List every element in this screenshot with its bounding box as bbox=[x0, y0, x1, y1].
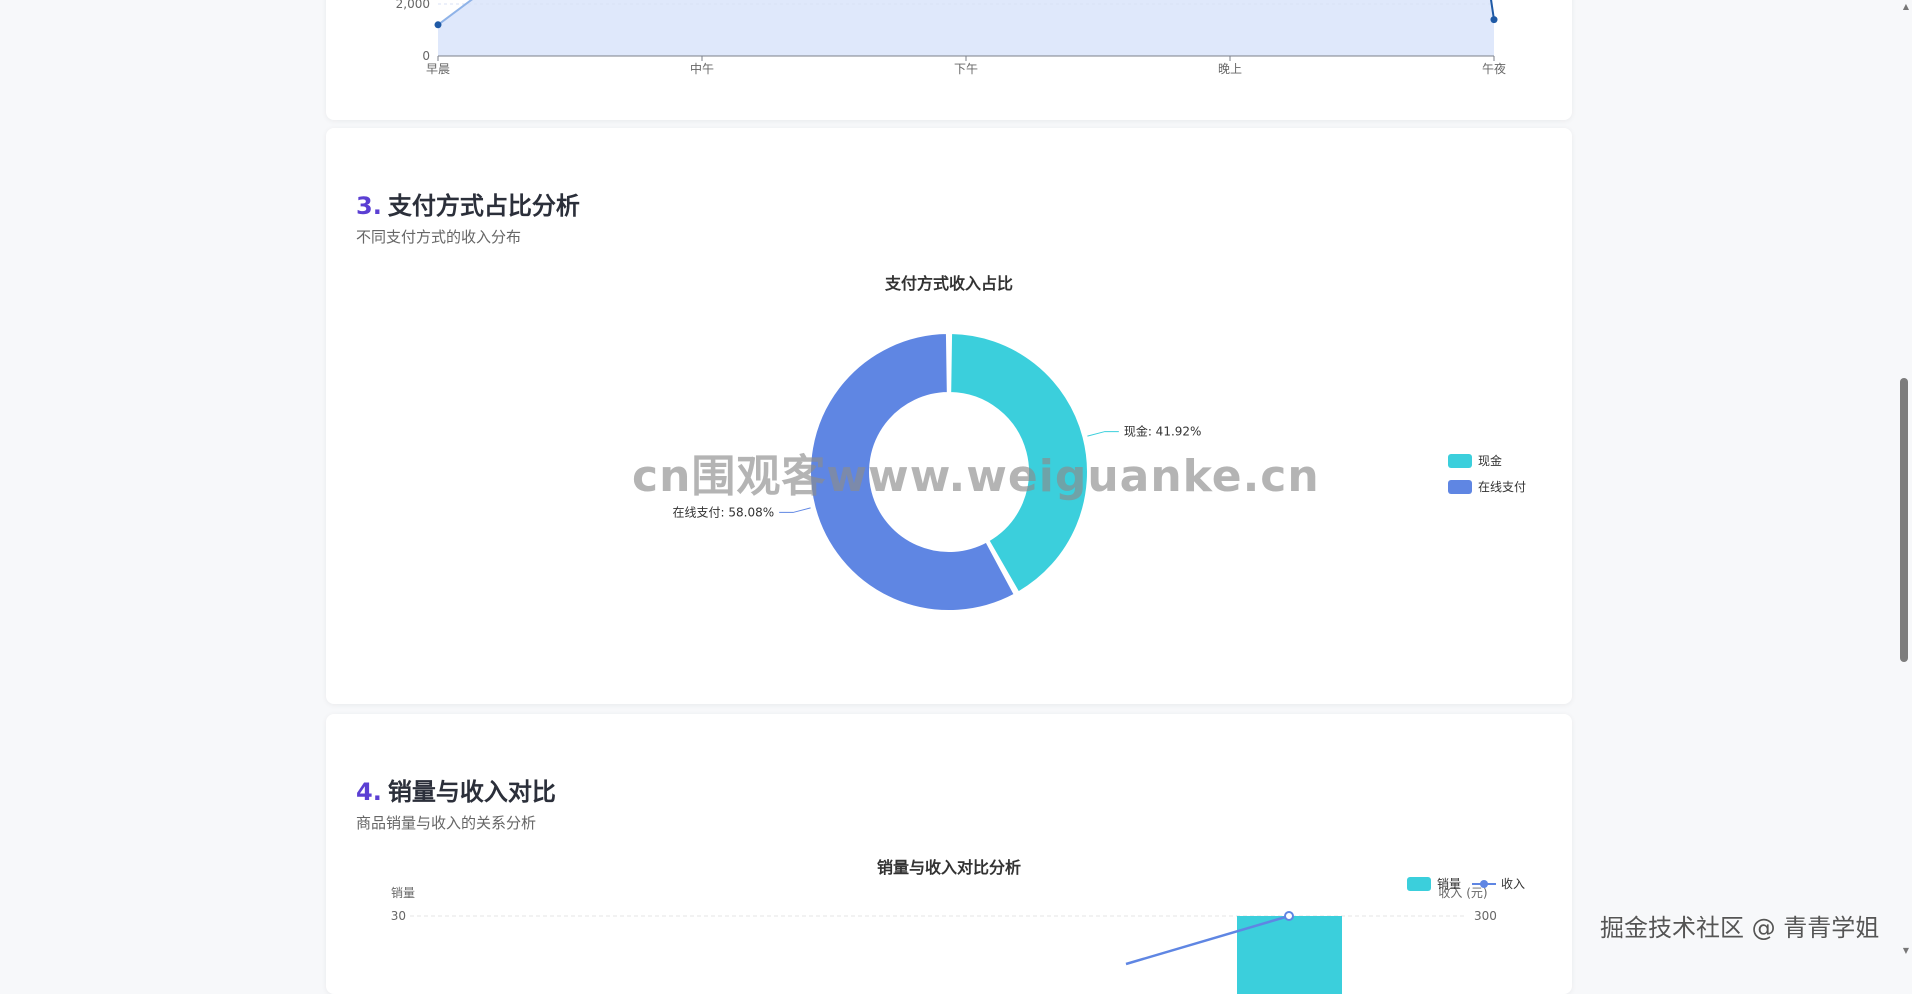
y-tick-label: 2,000 bbox=[396, 0, 430, 11]
area-chart: 早晨 中午 下午 晚上 午夜 0 2,000 bbox=[396, 0, 1506, 76]
scroll-down-icon[interactable]: ▼ bbox=[1903, 946, 1909, 955]
chart-title: 支付方式收入占比 bbox=[884, 274, 1013, 293]
x-tick-label: 午夜 bbox=[1482, 61, 1506, 76]
corner-watermark: 掘金技术社区 @ 青青学姐 bbox=[1600, 914, 1880, 942]
y-tick-left: 30 bbox=[391, 909, 406, 923]
slice-label: 现金: 41.92% bbox=[1124, 424, 1202, 439]
slice-label-line bbox=[779, 507, 811, 513]
x-tick-label: 晚上 bbox=[1218, 62, 1242, 76]
income-point bbox=[1284, 911, 1294, 921]
scrollbar-thumb[interactable] bbox=[1900, 378, 1908, 662]
sales-section-card: 4. 销量与收入对比 商品销量与收入的关系分析 销量与收入对比分析 销量 收入 (… bbox=[326, 714, 1572, 994]
legend-label[interactable]: 现金 bbox=[1478, 453, 1502, 468]
x-tick-label: 中午 bbox=[690, 61, 714, 76]
scroll-up-icon[interactable]: ▲ bbox=[1903, 2, 1909, 11]
legend-swatch[interactable] bbox=[1448, 480, 1472, 494]
legend-label-sales[interactable]: 销量 bbox=[1437, 877, 1461, 891]
payment-section-card: 3. 支付方式占比分析 不同支付方式的收入分布 支付方式收入占比 现金: 41.9… bbox=[326, 128, 1572, 704]
y-tick-right: 300 bbox=[1474, 909, 1497, 923]
chart-title: 销量与收入对比分析 bbox=[877, 858, 1021, 877]
data-point bbox=[1490, 16, 1498, 24]
legend-label[interactable]: 在线支付 bbox=[1478, 480, 1526, 494]
y-tick-label: 0 bbox=[422, 49, 430, 63]
donut-chart: 支付方式收入占比 现金: 41.92% 在线支付: 58.08% 现金在线支付 bbox=[673, 274, 1526, 612]
combo-chart: 销量与收入对比分析 销量 收入 (元) 30 300 销量 收入 bbox=[391, 858, 1525, 994]
legend-dot-income[interactable] bbox=[1480, 880, 1488, 888]
x-tick-label: 早晨 bbox=[426, 62, 450, 76]
legend-label-income[interactable]: 收入 bbox=[1501, 877, 1525, 891]
legend-swatch-sales[interactable] bbox=[1407, 877, 1431, 891]
x-tick-label: 下午 bbox=[954, 62, 978, 76]
watermark-text: cn围观客www.weiguanke.cn bbox=[632, 451, 1320, 502]
legend-swatch[interactable] bbox=[1448, 454, 1472, 468]
data-point bbox=[434, 21, 442, 29]
area-fill bbox=[438, 0, 1494, 56]
slice-label-line bbox=[1087, 431, 1119, 437]
time-income-card: 早晨 中午 下午 晚上 午夜 0 2,000 bbox=[326, 0, 1572, 120]
y-axis-label-left: 销量 bbox=[391, 886, 415, 900]
legend[interactable]: 现金在线支付 bbox=[1448, 453, 1526, 494]
slice-label: 在线支付: 58.08% bbox=[673, 505, 775, 519]
